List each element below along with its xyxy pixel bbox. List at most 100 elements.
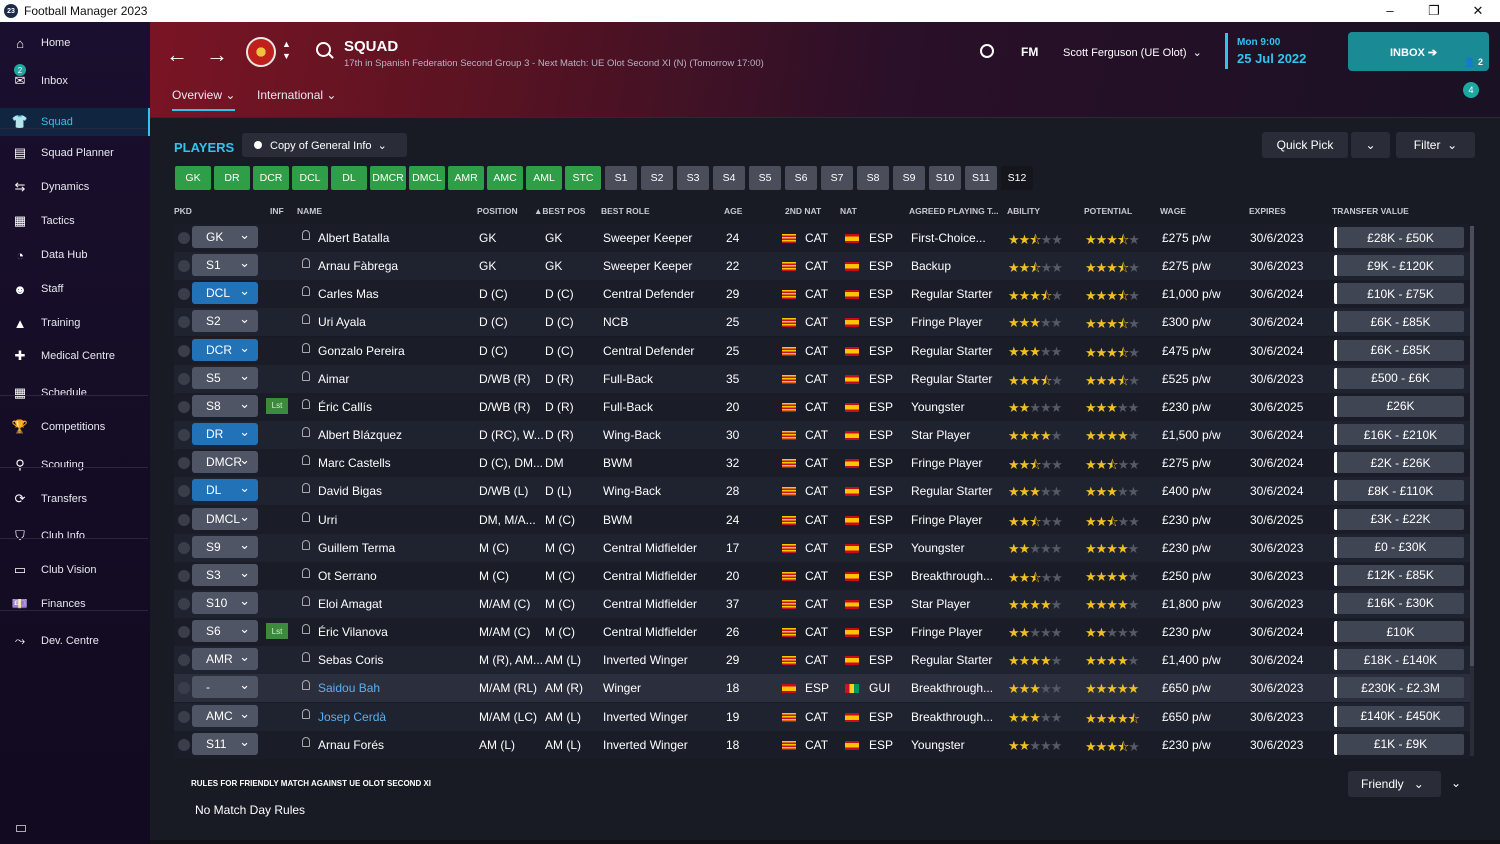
squad-position-dropdown[interactable]: DMCL xyxy=(192,507,258,530)
position-filter-s7[interactable]: S7 xyxy=(821,166,853,190)
sidebar-item-tactics[interactable]: ▦ Tactics xyxy=(0,210,148,232)
pick-checkbox[interactable] xyxy=(178,316,190,329)
transfer-value-badge[interactable]: £8K - £110K xyxy=(1334,480,1464,502)
pick-checkbox[interactable] xyxy=(178,288,190,301)
col-potential[interactable]: POTENTIAL xyxy=(1084,206,1132,216)
view-dropdown[interactable]: Copy of General Info ⌄ xyxy=(242,133,407,157)
player-name[interactable]: Eloi Amagat xyxy=(318,597,382,611)
col-inf[interactable]: INF xyxy=(270,206,284,216)
transfer-value-badge[interactable]: £230K - £2.3M xyxy=(1334,677,1464,699)
pick-checkbox[interactable] xyxy=(178,513,190,526)
col-wage[interactable]: WAGE xyxy=(1160,206,1186,216)
transfer-value-badge[interactable]: £140K - £450K xyxy=(1334,705,1464,727)
squad-position-dropdown[interactable]: S6 xyxy=(192,620,258,643)
transfer-value-badge[interactable]: £16K - £210K xyxy=(1334,424,1464,446)
position-filter-s12[interactable]: S12 xyxy=(1001,166,1033,190)
position-filter-amr[interactable]: AMR xyxy=(448,166,484,190)
player-name[interactable]: Carles Mas xyxy=(318,287,379,301)
sidebar-item-schedule[interactable]: ▦ Schedule xyxy=(0,382,148,404)
col-agreed-playing-time[interactable]: AGREED PLAYING T... xyxy=(909,206,998,216)
player-name[interactable]: Albert Blázquez xyxy=(318,428,402,442)
col-best-pos[interactable]: ▲BEST POS xyxy=(534,206,585,216)
table-row[interactable]: - Saidou Bah M/AM (RL) AM (R) Winger 18 ESP GUI… xyxy=(174,674,1470,703)
squad-position-dropdown[interactable]: DCL xyxy=(192,282,258,305)
position-filter-dmcl[interactable]: DMCL xyxy=(409,166,445,190)
sidebar-item-competitions[interactable]: 🏆 Competitions xyxy=(0,416,148,438)
table-row[interactable]: DMCR Marc Castells D (C), DM...DM BWM 32 CAT E… xyxy=(174,449,1470,478)
col-ability[interactable]: ABILITY xyxy=(1007,206,1040,216)
sidebar-item-data-hub[interactable]: ◔ Data Hub xyxy=(0,244,148,266)
col-transfer-value[interactable]: TRANSFER VALUE xyxy=(1332,206,1409,216)
col-position[interactable]: POSITION xyxy=(477,206,518,216)
club-switch-icon[interactable]: ▲ ▼ xyxy=(282,38,291,62)
player-name[interactable]: David Bigas xyxy=(318,484,382,498)
forward-arrow-icon[interactable]: → xyxy=(206,42,228,68)
squad-position-dropdown[interactable]: AMC xyxy=(192,704,258,727)
sidebar-item-transfers[interactable]: ⟳ Transfers xyxy=(0,488,148,510)
sidebar-item-scouting[interactable]: ⚲ Scouting xyxy=(0,454,148,476)
maximize-button[interactable]: ❐ xyxy=(1412,0,1456,22)
sidebar-item-finances[interactable]: 💷 Finances xyxy=(0,593,148,615)
sidebar-item-inbox[interactable]: ✉ 2 Inbox xyxy=(0,64,148,92)
squad-position-dropdown[interactable]: S9 xyxy=(192,535,258,558)
player-name[interactable]: Marc Castells xyxy=(318,456,391,470)
position-filter-s3[interactable]: S3 xyxy=(677,166,709,190)
transfer-value-badge[interactable]: £500 - £6K xyxy=(1334,367,1464,389)
transfer-value-badge[interactable]: £12K - £85K xyxy=(1334,564,1464,586)
pick-checkbox[interactable] xyxy=(178,569,190,582)
filter-button[interactable]: Filter ⌄ xyxy=(1396,132,1475,158)
squad-position-dropdown[interactable]: GK xyxy=(192,226,258,248)
position-filter-aml[interactable]: AML xyxy=(526,166,562,190)
transfer-value-badge[interactable]: £10K - £75K xyxy=(1334,283,1464,305)
minimize-button[interactable]: – xyxy=(1368,0,1412,22)
manager-menu[interactable]: Scott Ferguson (UE Olot) ⌄ xyxy=(1063,46,1202,59)
position-filter-dmcr[interactable]: DMCR xyxy=(370,166,406,190)
position-filter-stc[interactable]: STC xyxy=(565,166,601,190)
transfer-value-badge[interactable]: £26K xyxy=(1334,395,1464,417)
squad-position-dropdown[interactable]: S5 xyxy=(192,366,258,389)
sidebar-item-dynamics[interactable]: ⇆ Dynamics xyxy=(0,176,148,198)
col-pkd[interactable]: PKD xyxy=(174,206,192,216)
pick-checkbox[interactable] xyxy=(178,457,190,470)
squad-position-dropdown[interactable]: DR xyxy=(192,423,258,446)
keyboard-icon[interactable] xyxy=(16,825,26,832)
position-filter-s10[interactable]: S10 xyxy=(929,166,961,190)
sidebar-item-staff[interactable]: ☻ Staff xyxy=(0,278,148,300)
sidebar-item-training[interactable]: ▲ Training xyxy=(0,312,148,334)
transfer-value-badge[interactable]: £6K - £85K xyxy=(1334,339,1464,361)
table-row[interactable]: S1 Arnau Fàbrega GK GK Sweeper Keeper 22 CAT ES… xyxy=(174,252,1470,281)
transfer-value-badge[interactable]: £10K xyxy=(1334,621,1464,643)
notification-badge[interactable]: 4 xyxy=(1463,82,1479,98)
pick-checkbox[interactable] xyxy=(178,541,190,554)
position-filter-s8[interactable]: S8 xyxy=(857,166,889,190)
player-name[interactable]: Uri Ayala xyxy=(318,315,366,329)
squad-position-dropdown[interactable]: S3 xyxy=(192,563,258,586)
table-row[interactable]: S11 Arnau Forés AM (L) AM (L) Inverted Winge… xyxy=(174,730,1470,759)
transfer-value-badge[interactable]: £16K - £30K xyxy=(1334,592,1464,614)
position-filter-s4[interactable]: S4 xyxy=(713,166,745,190)
sidebar-item-medical-centre[interactable]: ✚ Medical Centre xyxy=(0,345,148,367)
col-nat[interactable]: NAT xyxy=(840,206,857,216)
player-name[interactable]: Gonzalo Pereira xyxy=(318,344,405,358)
squad-position-dropdown[interactable]: S2 xyxy=(192,310,258,333)
squad-position-dropdown[interactable]: - xyxy=(192,676,258,699)
pick-checkbox[interactable] xyxy=(178,429,190,442)
player-name[interactable]: Sebas Coris xyxy=(318,653,383,667)
transfer-value-badge[interactable]: £6K - £85K xyxy=(1334,311,1464,333)
sidebar-item-dev-centre[interactable]: ⤳ Dev. Centre xyxy=(0,630,148,652)
transfer-value-badge[interactable]: £2K - £26K xyxy=(1334,452,1464,474)
pick-checkbox[interactable] xyxy=(178,710,190,723)
table-row[interactable]: S9 Guillem Terma M (C) M (C) Central Midfiel… xyxy=(174,533,1470,562)
pick-checkbox[interactable] xyxy=(178,654,190,667)
col-name[interactable]: NAME xyxy=(297,206,322,216)
table-row[interactable]: S10 Eloi Amagat M/AM (C) M (C) Central Midfi… xyxy=(174,589,1470,618)
search-icon[interactable] xyxy=(316,42,331,57)
continue-inbox-button[interactable]: INBOX ➔ 👤 2 xyxy=(1348,32,1489,71)
transfer-value-badge[interactable]: £1K - £9K xyxy=(1334,733,1464,755)
close-button[interactable]: ✕ xyxy=(1456,0,1500,22)
col-2nd-nat[interactable]: 2ND NAT xyxy=(785,206,821,216)
position-filter-dcr[interactable]: DCR xyxy=(253,166,289,190)
squad-position-dropdown[interactable]: DCR xyxy=(192,338,258,361)
sidebar-item-club-vision[interactable]: ▭ Club Vision xyxy=(0,559,148,581)
quick-pick-dropdown-icon[interactable]: ⌄ xyxy=(1351,132,1390,158)
